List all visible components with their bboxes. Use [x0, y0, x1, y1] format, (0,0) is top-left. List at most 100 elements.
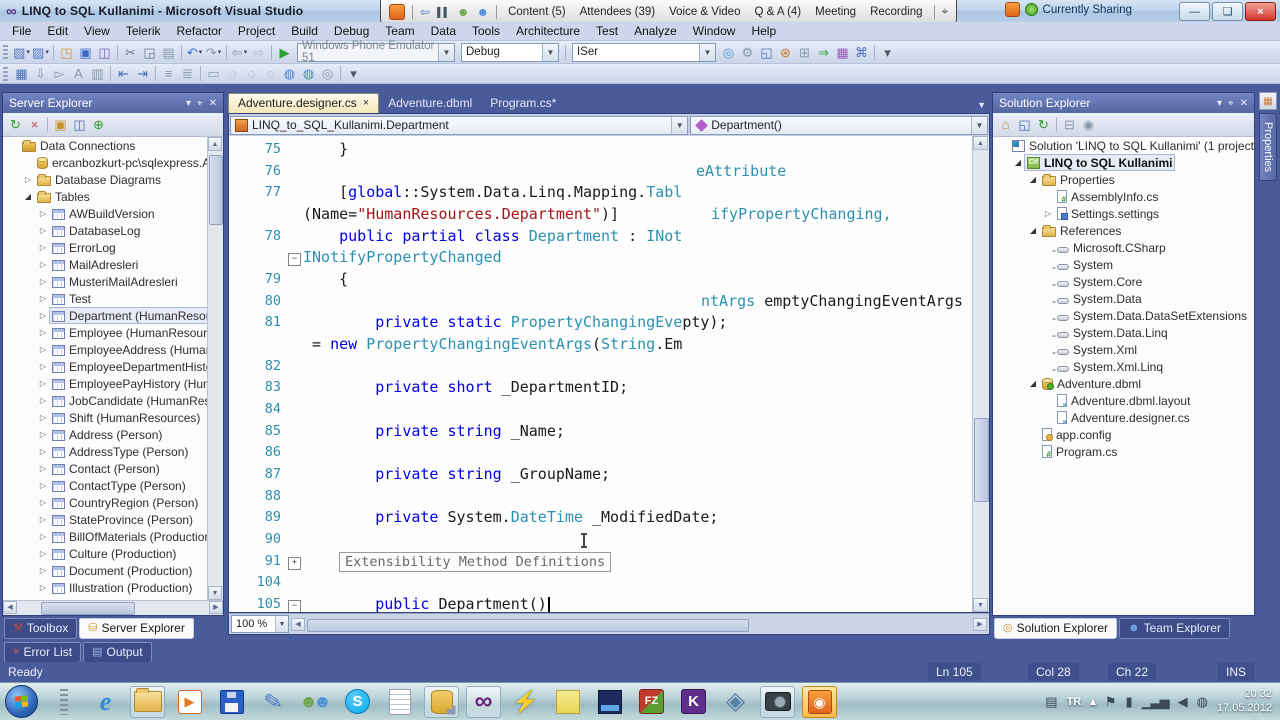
expander-icon[interactable]: ▷ [37, 481, 49, 490]
redo-icon[interactable]: ↷▾ [204, 43, 223, 61]
skype-button[interactable]: S [340, 686, 375, 718]
pin-icon[interactable]: ⌖ [1228, 98, 1234, 109]
collapse-region-icon[interactable]: − [288, 600, 301, 613]
zoom-orb-icon[interactable]: ◍ [299, 65, 318, 83]
expander-icon[interactable]: ▷ [37, 345, 49, 354]
kmplayer-button[interactable]: K [676, 686, 711, 718]
meeting-tab-meeting[interactable]: Meeting [811, 6, 860, 18]
window-position-icon[interactable]: ▾ [186, 98, 191, 109]
refresh-icon[interactable]: ↻ [6, 116, 25, 134]
expander-icon[interactable]: ◢ [1027, 226, 1039, 235]
close-icon[interactable]: × [363, 97, 369, 109]
query-designer-icon[interactable]: ▦ [12, 65, 31, 83]
taskbar-clock[interactable]: 20:32 17.05.2012 [1217, 688, 1272, 716]
tree-item-adventure-designer-cs[interactable]: Adventure.designer.cs [993, 409, 1254, 426]
expander-icon[interactable]: ◢ [1012, 158, 1024, 167]
meeting-tab-recording[interactable]: Recording [866, 6, 926, 18]
tree-item-illustration-production[interactable]: ▷Illustration (Production) [3, 579, 223, 596]
expander-icon[interactable]: ▷ [37, 260, 49, 269]
chevron-down-icon[interactable]: ▼ [671, 117, 687, 134]
indent-increase-icon[interactable]: ⇥ [133, 65, 152, 83]
lasso-remove-icon[interactable]: ◌ [261, 65, 280, 83]
expander-icon[interactable]: ◢ [22, 192, 34, 201]
filezilla-button[interactable]: FZ [634, 686, 669, 718]
expander-icon[interactable]: ▷ [37, 396, 49, 405]
chevron-down-icon[interactable]: ▼ [971, 117, 987, 134]
windows-explorer-button[interactable] [130, 686, 165, 718]
pause-icon[interactable]: ▌▌ [437, 7, 450, 17]
vertical-scrollbar[interactable]: ▲ ▼ [972, 136, 989, 612]
server-explorer-title-bar[interactable]: Server Explorer ▾ ⌖ ✕ [3, 93, 223, 113]
sql-tools-button[interactable] [424, 686, 459, 718]
language-indicator[interactable]: TR [1067, 696, 1082, 708]
minimize-button[interactable]: — [1179, 2, 1210, 21]
expander-icon[interactable]: ▷ [37, 532, 49, 541]
attendee-add-icon[interactable]: ☻ [457, 5, 470, 19]
document-tab-program-cs[interactable]: Program.cs* [481, 94, 565, 113]
close-icon[interactable]: ✕ [209, 98, 217, 109]
tree-item-tables[interactable]: ◢Tables [3, 188, 223, 205]
tree-item-linq-to-sql-kullanimi[interactable]: ◢LINQ to SQL Kullanimi [993, 154, 1254, 171]
view-code-icon[interactable]: ◉ [1079, 116, 1098, 134]
server-explorer-tree[interactable]: ▲ ▼ Data Connectionsercanbozkurt-pc\sqle… [3, 137, 223, 600]
refresh-icon[interactable]: ↻ [1034, 116, 1053, 134]
tree-item-system-data-linq[interactable]: System.Data.Linq [993, 324, 1254, 341]
tree-item-employeeaddress-humanresources[interactable]: ▷EmployeeAddress (HumanResources) [3, 341, 223, 358]
tab-server-explorer[interactable]: ⛁Server Explorer [79, 618, 194, 639]
code-editor[interactable]: 75 }76eAttribute77 [global::System.Data.… [228, 136, 990, 613]
vs-title-bar[interactable]: ∞ LINQ to SQL Kullanimi - Microsoft Visu… [0, 0, 1280, 22]
menu-tools[interactable]: Tools [464, 24, 508, 38]
expander-icon[interactable]: ◢ [1027, 175, 1039, 184]
label-tool-icon[interactable]: A [69, 65, 88, 83]
copy-icon[interactable]: ◲ [140, 43, 159, 61]
tree-item-stateprovince-person[interactable]: ▷StateProvince (Person) [3, 511, 223, 528]
expander-icon[interactable]: ▷ [37, 209, 49, 218]
expander-icon[interactable]: ▷ [37, 447, 49, 456]
expander-icon[interactable]: ▷ [37, 277, 49, 286]
scroll-left-icon[interactable]: ◀ [291, 618, 305, 631]
command-window-icon[interactable]: ⌘ [852, 43, 871, 61]
scrollbar-thumb[interactable] [209, 155, 223, 225]
lasso-select-icon[interactable]: ◌ [223, 65, 242, 83]
horizontal-scrollbar[interactable]: ◀ ▶ [3, 600, 223, 615]
new-project-icon[interactable]: ▧▾ [12, 43, 31, 61]
tree-item-mailadresleri[interactable]: ▷MailAdresleri [3, 256, 223, 273]
new-window-icon[interactable]: ◱ [757, 43, 776, 61]
window-position-icon[interactable]: ▾ [1217, 98, 1222, 109]
expander-icon[interactable]: ▷ [37, 294, 49, 303]
toolbar-overflow-icon[interactable]: ▾ [878, 43, 897, 61]
tree-item-contacttype-person[interactable]: ▷ContactType (Person) [3, 477, 223, 494]
menu-telerik[interactable]: Telerik [118, 24, 169, 38]
add-connection-icon[interactable]: ▣ [51, 116, 70, 134]
show-diagram-pane-icon[interactable]: ⇩ [31, 65, 50, 83]
toolbar-grip[interactable] [3, 45, 8, 59]
paste-icon[interactable]: ▤ [159, 43, 178, 61]
tree-item-assemblyinfo-cs[interactable]: AssemblyInfo.cs [993, 188, 1254, 205]
tree-item-adventure-dbml-layout[interactable]: Adventure.dbml.layout [993, 392, 1254, 409]
scroll-right-icon[interactable]: ▶ [209, 601, 223, 614]
visual-studio-button[interactable]: ∞ [466, 686, 501, 718]
document-list-chevron-icon[interactable]: ▼ [977, 100, 986, 110]
restore-button[interactable]: ❏ [1212, 2, 1243, 21]
tree-item-references[interactable]: ◢References [993, 222, 1254, 239]
save-all-icon[interactable]: ◫ [95, 43, 114, 61]
magnifier-icon[interactable]: ◎ [318, 65, 337, 83]
properties-icon[interactable]: ⌂ [996, 116, 1015, 134]
tree-item-awbuildversion[interactable]: ▷AWBuildVersion [3, 205, 223, 222]
tree-item-system-xml[interactable]: System.Xml [993, 341, 1254, 358]
camera-app-button[interactable] [760, 686, 795, 718]
expander-icon[interactable]: ▷ [37, 430, 49, 439]
tree-item-app-config[interactable]: app.config [993, 426, 1254, 443]
collapse-all-icon[interactable]: ⊟ [1060, 116, 1079, 134]
create-database-icon[interactable]: ⊕ [89, 116, 108, 134]
meeting-tab-attendees-39[interactable]: Attendees (39) [576, 6, 659, 18]
collapsed-region-box[interactable]: Extensibility Method Definitions [339, 552, 611, 572]
media-view-icon[interactable]: ▦ [833, 43, 852, 61]
tab-output[interactable]: ▤Output [83, 642, 151, 663]
tray-grip-icon[interactable]: ▤ [1045, 695, 1057, 708]
find-symbol-icon[interactable]: ◎ [719, 43, 738, 61]
tree-item-properties[interactable]: ◢Properties [993, 171, 1254, 188]
media-player-button[interactable]: ▶ [172, 686, 207, 718]
start-button[interactable] [4, 686, 39, 718]
meeting-tab-voice-video[interactable]: Voice & Video [665, 6, 744, 18]
